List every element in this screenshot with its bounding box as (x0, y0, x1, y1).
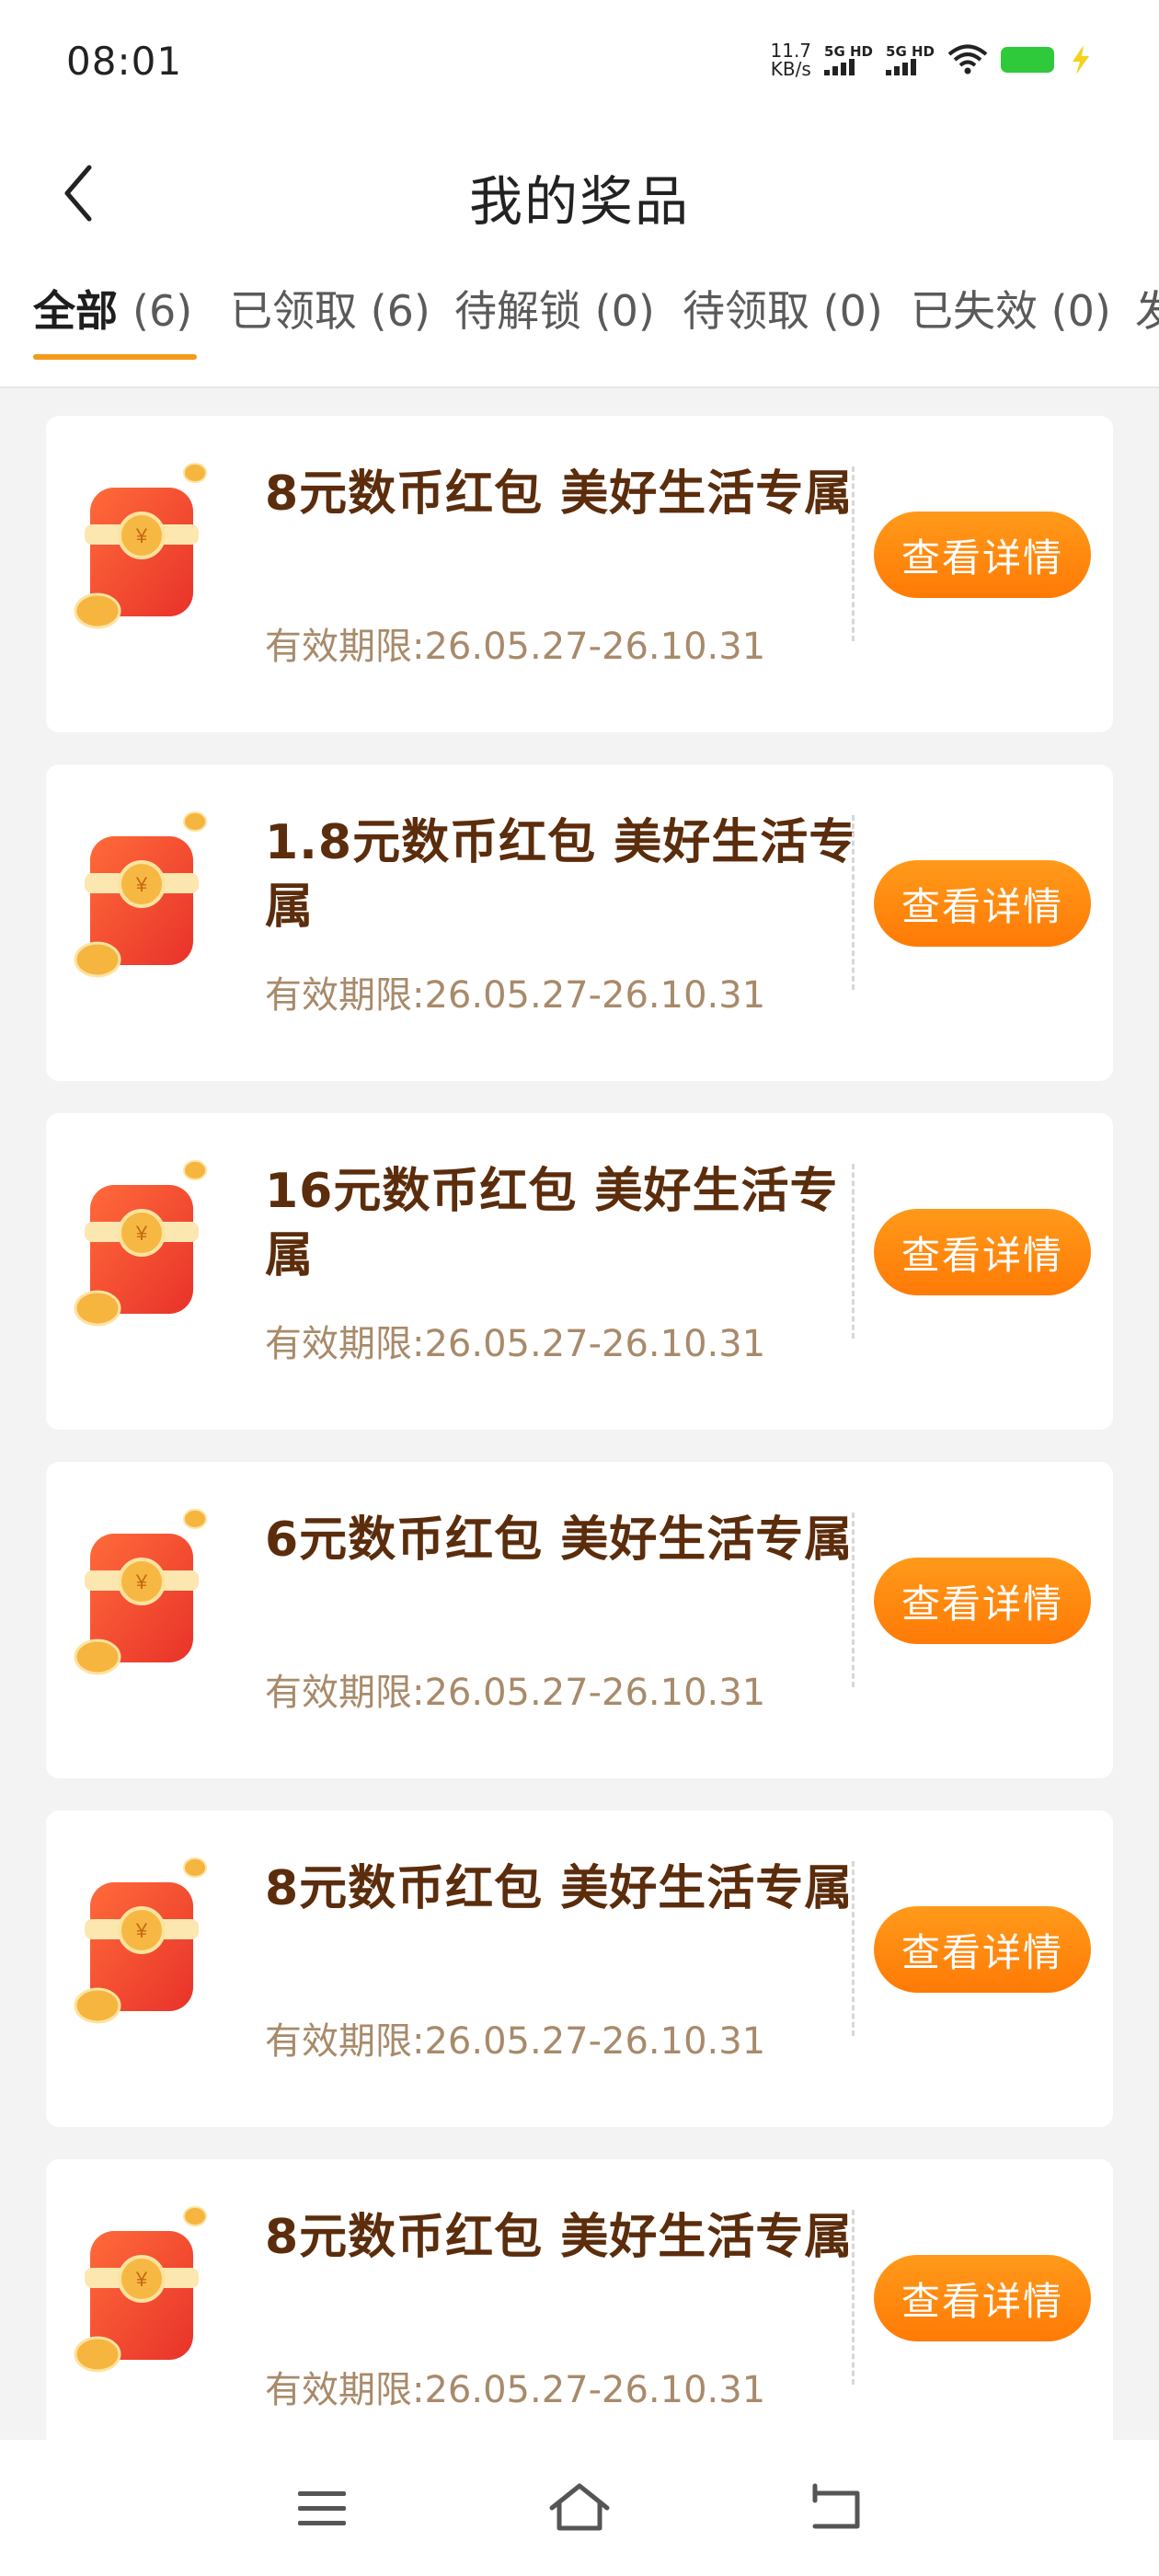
svg-text:¥: ¥ (135, 524, 148, 547)
tab-count: (6) (132, 286, 193, 336)
prize-card: ¥ 8元数币红包 美好生活专属 有效期限:26.05.27-26.10.31 查… (46, 416, 1113, 732)
battery-icon (1001, 47, 1054, 73)
tab-label: 发 (1135, 286, 1159, 336)
red-packet-icon: ¥ (74, 1160, 207, 1327)
tab-received[interactable]: 已领取 (6) (230, 278, 430, 339)
signal-icon: 5G HD (886, 44, 935, 75)
home-button[interactable] (543, 2477, 616, 2541)
card-divider (852, 466, 855, 641)
signal-icon: 5G HD (824, 44, 873, 75)
signal-label: 5G HD (886, 43, 935, 60)
view-details-button[interactable]: 查看详情 (874, 1906, 1091, 1993)
prize-title: 16元数币红包 美好生活专属 (265, 1164, 839, 1283)
tab-label: 已失效 (911, 286, 1038, 336)
charging-icon (1073, 45, 1089, 75)
page-title: 我的奖品 (468, 170, 690, 233)
prize-validity: 有效期限:26.05.27-26.10.31 (265, 1323, 766, 1365)
card-divider (852, 1164, 855, 1339)
tab-count: (0) (1050, 286, 1111, 336)
tab-expired[interactable]: 已失效 (0) (911, 278, 1111, 339)
tab-count: (0) (594, 286, 655, 336)
svg-text:¥: ¥ (135, 2268, 148, 2291)
status-time: 08:01 (66, 39, 183, 84)
tab-active-indicator (33, 354, 197, 360)
svg-text:¥: ¥ (135, 1222, 148, 1245)
prize-validity: 有效期限:26.05.27-26.10.31 (265, 1672, 766, 1714)
prize-validity: 有效期限:26.05.27-26.10.31 (265, 626, 766, 668)
signal-bars-icon (886, 59, 917, 75)
tab-label: 全部 (33, 286, 118, 336)
red-packet-icon: ¥ (74, 1857, 207, 2024)
signal-bars-icon (824, 59, 855, 75)
card-divider (852, 2210, 855, 2385)
card-divider (852, 815, 855, 990)
tab-shipped[interactable]: 发 (1135, 278, 1159, 339)
view-details-button[interactable]: 查看详情 (874, 2255, 1091, 2341)
prize-card: ¥ 8元数币红包 美好生活专属 有效期限:26.05.27-26.10.31 查… (46, 2159, 1113, 2476)
menu-icon (298, 2491, 346, 2525)
prize-title: 6元数币红包 美好生活专属 (265, 1512, 854, 1568)
red-packet-icon: ¥ (74, 1509, 207, 1675)
prize-card: ¥ 16元数币红包 美好生活专属 有效期限:26.05.27-26.10.31 … (46, 1113, 1113, 1430)
prize-card: ¥ 6元数币红包 美好生活专属 有效期限:26.05.27-26.10.31 查… (46, 1462, 1113, 1778)
prize-validity: 有效期限:26.05.27-26.10.31 (265, 2020, 766, 2063)
card-divider (852, 1861, 855, 2036)
system-nav-bar (0, 2440, 1159, 2576)
tab-label: 已领取 (230, 286, 357, 336)
prize-title: 8元数币红包 美好生活专属 (265, 1861, 854, 1916)
status-icons: 11.7 KB/s 5G HD 5G HD (771, 37, 1096, 83)
card-divider (852, 1512, 855, 1687)
network-speed-value: 11.7 (770, 40, 812, 62)
svg-text:¥: ¥ (135, 1570, 148, 1593)
network-speed: 11.7 KB/s (771, 41, 812, 78)
tab-label: 待解锁 (454, 286, 581, 336)
prize-title: 8元数币红包 美好生活专属 (265, 466, 854, 522)
prize-title: 8元数币红包 美好生活专属 (265, 2210, 854, 2265)
red-packet-icon: ¥ (74, 2206, 207, 2373)
svg-text:¥: ¥ (135, 1919, 148, 1942)
view-details-button[interactable]: 查看详情 (874, 1209, 1091, 1295)
tab-count: (6) (370, 286, 430, 336)
tab-pending[interactable]: 待领取 (0) (683, 278, 883, 339)
prize-card: ¥ 1.8元数币红包 美好生活专属 有效期限:26.05.27-26.10.31… (46, 765, 1113, 1081)
return-button[interactable] (800, 2477, 874, 2541)
wifi-icon (947, 44, 988, 75)
header: 我的奖品 (0, 120, 1159, 258)
prize-card: ¥ 8元数币红包 美好生活专属 有效期限:26.05.27-26.10.31 查… (46, 1811, 1113, 2127)
menu-button[interactable] (285, 2477, 359, 2541)
home-icon (549, 2483, 610, 2531)
prize-title: 1.8元数币红包 美好生活专属 (265, 815, 858, 935)
prize-validity: 有效期限:26.05.27-26.10.31 (265, 2369, 766, 2411)
tab-label: 待领取 (683, 286, 809, 336)
prize-validity: 有效期限:26.05.27-26.10.31 (265, 974, 766, 1017)
tab-locked[interactable]: 待解锁 (0) (454, 278, 655, 339)
signal-label: 5G HD (824, 43, 874, 60)
red-packet-icon: ¥ (74, 811, 207, 978)
network-speed-unit: KB/s (770, 58, 811, 80)
tab-bar: 全部 (6) 已领取 (6) 待解锁 (0) 待领取 (0) 已失效 (0) 发 (0, 258, 1159, 388)
view-details-button[interactable]: 查看详情 (874, 860, 1091, 947)
tab-count: (0) (822, 286, 883, 336)
view-details-button[interactable]: 查看详情 (874, 512, 1091, 598)
view-details-button[interactable]: 查看详情 (874, 1558, 1091, 1644)
return-icon (812, 2483, 860, 2529)
status-bar: 08:01 11.7 KB/s 5G HD 5G HD (0, 0, 1159, 120)
tab-all[interactable]: 全部 (6) (33, 278, 192, 339)
red-packet-icon: ¥ (74, 463, 207, 629)
svg-text:¥: ¥ (135, 873, 148, 896)
